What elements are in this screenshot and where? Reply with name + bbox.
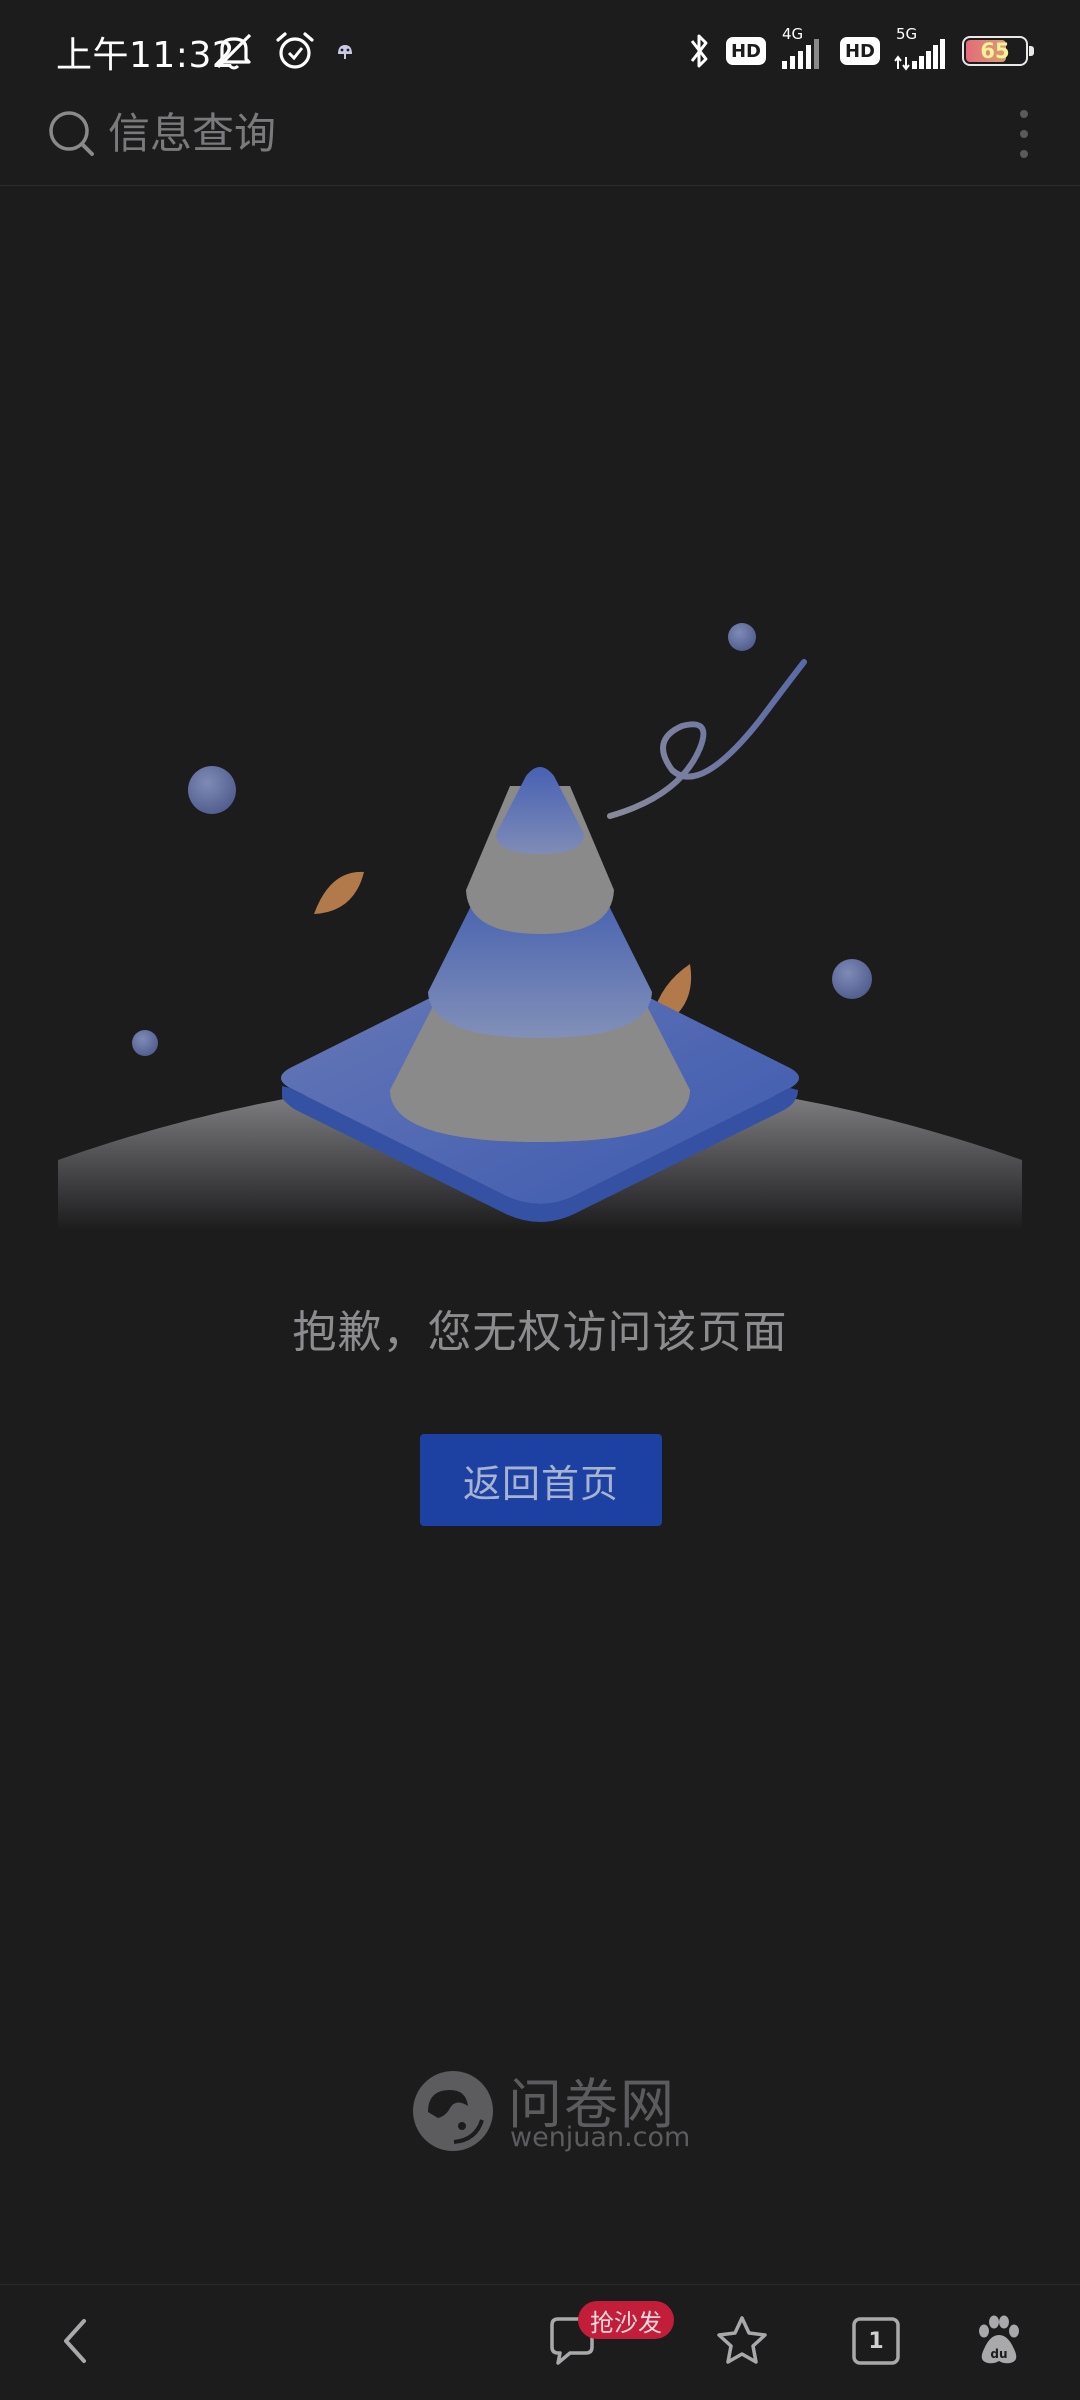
- signal-bars-icon-2: [894, 39, 945, 71]
- status-bar: 上午11:32 HD 4G HD 5G 65: [0, 0, 1080, 100]
- return-home-button[interactable]: 返回首页: [420, 1434, 662, 1526]
- battery-tip: [1029, 46, 1034, 56]
- app-notification-icon: [338, 45, 352, 59]
- battery-icon: 65: [962, 36, 1034, 66]
- comment-badge[interactable]: 抢沙发: [578, 2301, 674, 2339]
- tab-count: 1: [868, 2328, 884, 2354]
- status-right-icons: HD 4G HD 5G 65: [684, 25, 1034, 74]
- signal-5g: 5G: [892, 25, 945, 71]
- signal-4g: 4G: [778, 25, 828, 71]
- more-menu-icon[interactable]: [1016, 104, 1032, 164]
- signal-bars-icon: [781, 39, 819, 69]
- wenjuan-logo-icon: [413, 2071, 493, 2151]
- bluetooth-icon: [690, 34, 708, 68]
- svg-text:du: du: [990, 2347, 1007, 2361]
- search-bar[interactable]: 信息查询: [0, 100, 1080, 186]
- status-left-icons: [212, 28, 356, 74]
- logo-domain: wenjuan.com: [510, 2122, 691, 2153]
- error-message: 抱歉，您无权访问该页面: [292, 1307, 788, 1358]
- favorite-star-icon[interactable]: [712, 2311, 772, 2371]
- search-icon[interactable]: [46, 108, 98, 160]
- tabs-button[interactable]: 1: [846, 2311, 906, 2371]
- search-query[interactable]: 信息查询: [108, 108, 276, 160]
- wenjuan-logo: 问卷网 wenjuan.com: [410, 2066, 690, 2162]
- bottom-navigation: 抢沙发 1 du: [0, 2284, 1080, 2400]
- alarm-icon: [276, 32, 314, 69]
- hd-badge: HD: [725, 37, 766, 65]
- mute-notification-icon: [216, 33, 252, 70]
- battery-level: 65: [980, 39, 1010, 63]
- baidu-paw-icon[interactable]: du: [968, 2311, 1028, 2371]
- status-time: 上午11:32: [56, 35, 236, 76]
- traffic-cone-illustration: [58, 623, 1022, 1230]
- back-icon[interactable]: [48, 2311, 108, 2371]
- hd-badge-2: HD: [839, 37, 880, 65]
